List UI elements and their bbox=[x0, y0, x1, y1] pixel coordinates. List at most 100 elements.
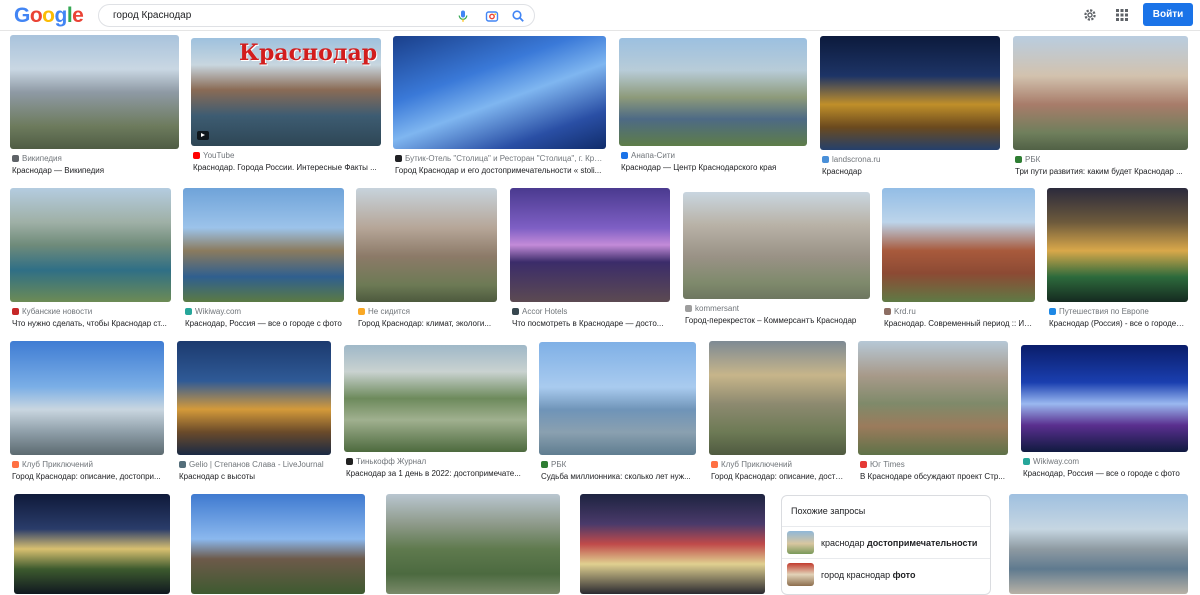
related-search-item[interactable]: город краснодар фото bbox=[782, 558, 990, 590]
result-source[interactable]: Анапа-Сити bbox=[621, 151, 805, 160]
result-source[interactable]: Википедия bbox=[12, 154, 177, 163]
favicon-icon bbox=[193, 152, 200, 159]
result-source[interactable]: Accor Hotels bbox=[512, 307, 668, 316]
result-source-text: Клуб Приключений bbox=[22, 460, 93, 469]
result-title[interactable]: Город-перекресток – Коммерсантъ Краснода… bbox=[685, 316, 868, 325]
result-thumbnail[interactable] bbox=[191, 494, 365, 594]
search-box[interactable]: город Краснодар bbox=[98, 4, 535, 27]
result-source[interactable]: Клуб Приключений bbox=[12, 460, 162, 469]
result-title[interactable]: Краснодар (Россия) - все о городе, ... bbox=[1049, 319, 1186, 328]
result-thumbnail[interactable] bbox=[619, 38, 807, 146]
result-thumbnail[interactable] bbox=[344, 345, 527, 452]
result-thumbnail[interactable]: Краснодар bbox=[191, 38, 381, 146]
result-source[interactable]: Не сидится bbox=[358, 307, 495, 316]
login-button[interactable]: Войти bbox=[1143, 3, 1193, 26]
favicon-icon bbox=[12, 461, 19, 468]
favicon-icon bbox=[860, 461, 867, 468]
result-thumbnail[interactable] bbox=[386, 494, 560, 594]
result-title[interactable]: Город Краснодар: климат, экологи... bbox=[358, 319, 495, 328]
result-title[interactable]: Краснодар — Центр Краснодарского края bbox=[621, 163, 805, 172]
result-source[interactable]: Юг Times bbox=[860, 460, 1006, 469]
result-thumbnail[interactable] bbox=[858, 341, 1008, 455]
result-source-text: Wikiway.com bbox=[195, 307, 242, 316]
result-thumbnail[interactable] bbox=[10, 188, 171, 302]
result-source[interactable]: Клуб Приключений bbox=[711, 460, 844, 469]
result-source-text: Тинькофф Журнал bbox=[356, 457, 427, 466]
result-source-text: YouTube bbox=[203, 151, 235, 160]
result-source[interactable]: РБК bbox=[541, 460, 694, 469]
result-thumbnail[interactable] bbox=[820, 36, 1000, 150]
result-thumbnail[interactable] bbox=[709, 341, 846, 455]
search-icon[interactable] bbox=[511, 9, 525, 23]
search-input[interactable]: город Краснодар bbox=[113, 10, 191, 21]
favicon-icon bbox=[12, 308, 19, 315]
play-icon bbox=[197, 131, 209, 140]
result-source-text: Krd.ru bbox=[894, 307, 916, 316]
result-title[interactable]: Краснодар. Современный период :: Ис... bbox=[884, 319, 1033, 328]
logo-letter: e bbox=[72, 4, 84, 27]
result-source[interactable]: РБК bbox=[1015, 155, 1186, 164]
result-title[interactable]: Краснодар bbox=[822, 167, 998, 176]
result-title[interactable]: Судьба миллионника: сколько лет нуж... bbox=[541, 472, 694, 481]
result-title[interactable]: Краснодар — Википедия bbox=[12, 166, 177, 175]
favicon-icon bbox=[12, 155, 19, 162]
result-source[interactable]: Wikiway.com bbox=[185, 307, 342, 316]
gear-icon[interactable] bbox=[1082, 7, 1098, 23]
apps-icon[interactable] bbox=[1114, 7, 1130, 23]
result-title[interactable]: Город Краснодар: описание, достопри... bbox=[12, 472, 162, 481]
camera-icon[interactable] bbox=[485, 9, 499, 23]
result-title[interactable]: Краснодар с высоты bbox=[179, 472, 329, 481]
favicon-icon bbox=[541, 461, 548, 468]
related-thumbnail bbox=[787, 563, 814, 586]
result-thumbnail[interactable] bbox=[10, 341, 164, 455]
result-thumbnail[interactable] bbox=[10, 35, 179, 149]
result-source[interactable]: Wikiway.com bbox=[1023, 457, 1186, 466]
result-thumbnail[interactable] bbox=[14, 494, 170, 594]
result-source-text: landscrona.ru bbox=[832, 155, 881, 164]
result-title[interactable]: Что нужно сделать, чтобы Краснодар ст... bbox=[12, 319, 169, 328]
result-source[interactable]: Krd.ru bbox=[884, 307, 1033, 316]
result-title[interactable]: Краснодар, Россия — все о городе с фото bbox=[185, 319, 342, 328]
favicon-icon bbox=[685, 305, 692, 312]
result-thumbnail[interactable] bbox=[1009, 494, 1188, 594]
result-title[interactable]: Город Краснодар: описание, достопри... bbox=[711, 472, 844, 481]
result-thumbnail[interactable] bbox=[882, 188, 1035, 302]
result-source-text: Кубанские новости bbox=[22, 307, 93, 316]
result-source[interactable]: Кубанские новости bbox=[12, 307, 169, 316]
favicon-icon bbox=[884, 308, 891, 315]
result-thumbnail[interactable] bbox=[510, 188, 670, 302]
result-title[interactable]: Краснодар. Города России. Интересные Фак… bbox=[193, 163, 379, 172]
result-title[interactable]: Краснодар, Россия — все о городе с фото bbox=[1023, 469, 1186, 478]
mic-icon[interactable] bbox=[456, 9, 470, 23]
result-source-text: kommersant bbox=[695, 304, 740, 313]
related-search-item[interactable]: краснодар достопримечательности bbox=[782, 526, 990, 558]
result-source-text: Wikiway.com bbox=[1033, 457, 1080, 466]
result-thumbnail[interactable] bbox=[1021, 345, 1188, 452]
result-title[interactable]: Город Краснодар и его достопримечательно… bbox=[395, 166, 604, 175]
result-thumbnail[interactable] bbox=[580, 494, 765, 594]
result-source[interactable]: Путешествия по Европе bbox=[1049, 307, 1186, 316]
result-source[interactable]: Gelio | Степанов Слава - LiveJournal bbox=[179, 460, 329, 469]
result-thumbnail[interactable] bbox=[1013, 36, 1188, 150]
result-source[interactable]: YouTube bbox=[193, 151, 379, 160]
result-title[interactable]: Что посмотреть в Краснодаре — досто... bbox=[512, 319, 668, 328]
result-thumbnail[interactable] bbox=[177, 341, 331, 455]
result-source[interactable]: Бутик-Отель "Столица" и Ресторан "Столиц… bbox=[395, 154, 604, 163]
result-title[interactable]: Три пути развития: каким будет Краснодар… bbox=[1015, 167, 1186, 176]
thumbnail-overlay-text: Краснодар bbox=[239, 40, 378, 66]
result-source-text: Бутик-Отель "Столица" и Ресторан "Столиц… bbox=[405, 154, 604, 163]
result-source[interactable]: Тинькофф Журнал bbox=[346, 457, 525, 466]
result-source[interactable]: landscrona.ru bbox=[822, 155, 998, 164]
favicon-icon bbox=[185, 308, 192, 315]
result-thumbnail[interactable] bbox=[1047, 188, 1188, 302]
result-thumbnail[interactable] bbox=[539, 342, 696, 455]
logo-letter: o bbox=[29, 4, 43, 27]
result-thumbnail[interactable] bbox=[393, 36, 606, 149]
result-source[interactable]: kommersant bbox=[685, 304, 868, 313]
result-thumbnail[interactable] bbox=[356, 188, 497, 302]
google-logo[interactable]: Google bbox=[14, 4, 84, 27]
result-title[interactable]: В Краснодаре обсуждают проект Стр... bbox=[860, 472, 1006, 481]
result-thumbnail[interactable] bbox=[683, 192, 870, 299]
result-title[interactable]: Краснодар за 1 день в 2022: достопримеча… bbox=[346, 469, 525, 478]
result-thumbnail[interactable] bbox=[183, 188, 344, 302]
